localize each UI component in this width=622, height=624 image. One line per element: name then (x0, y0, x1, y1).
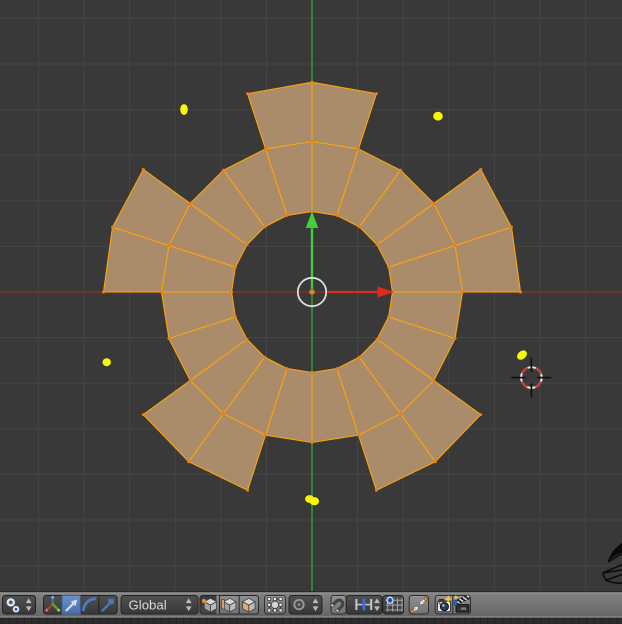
svg-text:Global: Global (129, 598, 167, 613)
